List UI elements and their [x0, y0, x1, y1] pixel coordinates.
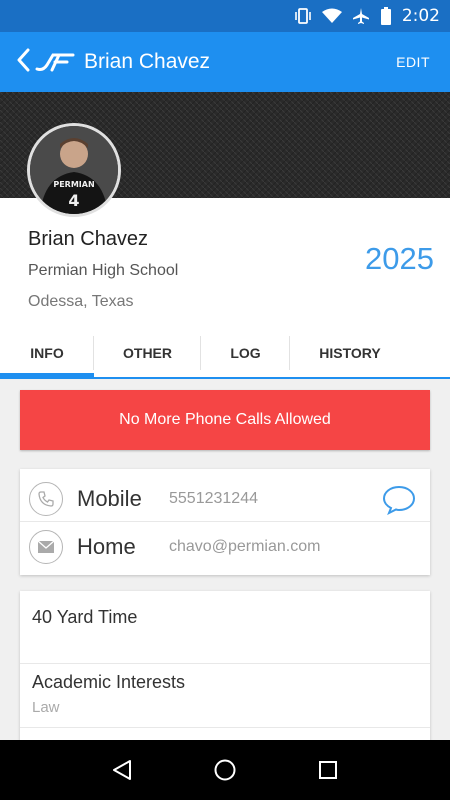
- info-label: 40 Yard Time: [32, 607, 138, 627]
- app-bar: Brian Chavez EDIT: [0, 32, 450, 92]
- contact-value-mobile: 5551231244: [169, 490, 258, 507]
- info-item-40-yard-time[interactable]: 40 Yard Time: [20, 607, 430, 628]
- tab-history[interactable]: HISTORY: [290, 328, 410, 377]
- info-card: 40 Yard Time Academic Interests Law: [20, 591, 430, 751]
- wifi-icon: [321, 8, 342, 24]
- back-button[interactable]: [0, 32, 30, 92]
- svg-text:PERMIAN: PERMIAN: [53, 180, 94, 189]
- no-calls-alert-button[interactable]: No More Phone Calls Allowed: [20, 390, 430, 450]
- message-icon[interactable]: [382, 485, 416, 519]
- tab-other-label: OTHER: [123, 344, 172, 361]
- info-item-academic-interests[interactable]: Academic Interests Law: [20, 663, 430, 716]
- info-value: Law: [32, 699, 60, 716]
- recents-nav-icon[interactable]: [308, 750, 348, 790]
- tab-log[interactable]: LOG: [201, 328, 290, 377]
- profile-name: Brian Chavez: [28, 228, 149, 250]
- phone-icon: [29, 482, 63, 516]
- contact-type-mobile: Mobile: [77, 486, 142, 511]
- app-bar-title: Brian Chavez: [84, 50, 211, 73]
- avatar[interactable]: PERMIAN 4: [27, 123, 121, 217]
- edit-button[interactable]: EDIT: [396, 54, 430, 70]
- chevron-left-icon: [16, 48, 30, 76]
- contact-type-home: Home: [77, 533, 136, 559]
- tab-other[interactable]: OTHER: [94, 328, 201, 377]
- profile-card: Brian Chavez Permian High School Odessa,…: [0, 198, 450, 328]
- contact-card: Mobile 5551231244 Home chavo@permian.com: [20, 469, 430, 575]
- tab-bar: INFO OTHER LOG HISTORY: [0, 328, 450, 379]
- tab-history-label: HISTORY: [319, 344, 381, 361]
- contact-row-mobile[interactable]: Mobile 5551231244: [20, 474, 430, 524]
- contact-value-home: chavo@permian.com: [169, 537, 321, 555]
- system-nav-bar: [0, 740, 450, 800]
- battery-icon: [380, 7, 392, 25]
- email-icon: [29, 529, 63, 564]
- svg-text:4: 4: [68, 191, 79, 210]
- info-label: Academic Interests: [32, 672, 186, 692]
- status-time: 2:02: [401, 6, 440, 26]
- tab-log-label: LOG: [230, 344, 261, 361]
- app-logo-icon: [34, 32, 76, 92]
- profile-location: Odessa, Texas: [28, 293, 134, 310]
- graduation-year: 2025: [365, 241, 434, 276]
- home-nav-icon[interactable]: [205, 750, 245, 790]
- tab-info-label: INFO: [30, 344, 64, 361]
- vibrate-icon: [294, 7, 312, 25]
- tab-info[interactable]: INFO: [0, 328, 94, 379]
- back-nav-icon[interactable]: [102, 750, 142, 790]
- status-bar: 2:02: [0, 0, 450, 32]
- airplane-icon: [352, 7, 370, 25]
- contact-row-home[interactable]: Home chavo@permian.com: [20, 521, 430, 571]
- profile-school: Permian High School: [28, 262, 179, 279]
